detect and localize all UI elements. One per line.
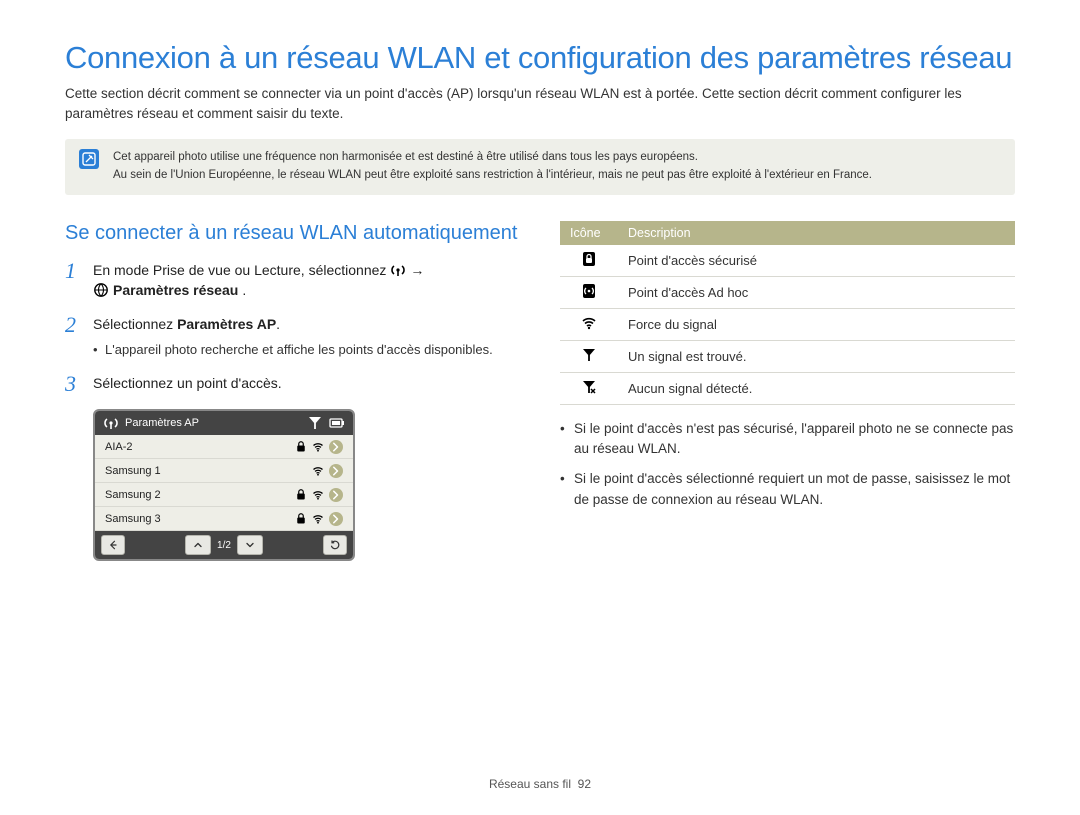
chevron-right-icon[interactable] (329, 440, 343, 454)
wifi-icon (312, 441, 324, 453)
wifi-icon (312, 465, 324, 477)
table-row: Point d'accès Ad hoc (560, 276, 1015, 308)
page-indicator: 1/2 (213, 540, 235, 551)
ap-row[interactable]: AIA-2 (95, 435, 353, 459)
row-desc: Aucun signal détecté. (618, 372, 1015, 404)
step-2-pre: Sélectionnez (93, 316, 177, 332)
note-icon (79, 149, 99, 169)
device-bottombar: 1/2 (95, 531, 353, 559)
ap-list: AIA-2 Samsung 1 (95, 435, 353, 531)
right-bullets: Si le point d'accès n'est pas sécurisé, … (560, 419, 1015, 510)
chevron-right-icon[interactable] (329, 512, 343, 526)
row-desc: Point d'accès sécurisé (618, 245, 1015, 277)
bullet-item: Si le point d'accès sélectionné requiert… (560, 469, 1015, 510)
th-icon: Icône (560, 221, 618, 245)
battery-icon (329, 415, 345, 431)
page-footer: Réseau sans fil 92 (0, 777, 1080, 791)
step-2-sub: L'appareil photo recherche et affiche le… (93, 341, 520, 360)
globe-icon (93, 282, 109, 298)
chevron-right-icon[interactable] (329, 464, 343, 478)
step-1-pre: En mode Prise de vue ou Lecture, sélecti… (93, 260, 386, 280)
device-topbar: Paramètres AP (95, 411, 353, 435)
step-1: 1 En mode Prise de vue ou Lecture, sélec… (65, 260, 520, 301)
subheading: Se connecter à un réseau WLAN automatiqu… (65, 221, 520, 246)
device-mock: Paramètres AP AIA-2 (93, 409, 355, 561)
table-row: Aucun signal détecté. (560, 372, 1015, 404)
lock-icon (295, 441, 307, 453)
antenna-on-icon (581, 347, 597, 363)
antenna-on-icon (307, 415, 323, 431)
left-column: Se connecter à un réseau WLAN automatiqu… (65, 221, 520, 562)
footer-page: 92 (578, 777, 591, 791)
lock-icon (295, 489, 307, 501)
note-text: Cet appareil photo utilise une fréquence… (113, 149, 872, 185)
table-row: Force du signal (560, 308, 1015, 340)
refresh-button[interactable] (323, 535, 347, 555)
step-3: 3 Sélectionnez un point d'accès. (65, 373, 520, 395)
note-line-2: Au sein de l'Union Européenne, le réseau… (113, 167, 872, 185)
wifi-icon (312, 489, 324, 501)
broadcast-icon (103, 415, 119, 431)
step-2-post: . (276, 316, 280, 332)
icon-table: Icône Description Point d'accès sécurisé… (560, 221, 1015, 405)
note-box: Cet appareil photo utilise une fréquence… (65, 139, 1015, 195)
ap-name: Samsung 2 (105, 489, 161, 501)
step-number: 1 (65, 260, 83, 301)
arrow: → (410, 260, 424, 280)
ap-name: AIA-2 (105, 441, 133, 453)
right-column: Icône Description Point d'accès sécurisé… (560, 221, 1015, 562)
back-button[interactable] (101, 535, 125, 555)
bullet-item: Si le point d'accès n'est pas sécurisé, … (560, 419, 1015, 460)
step-3-text: Sélectionnez un point d'accès. (93, 373, 520, 395)
ap-row[interactable]: Samsung 3 (95, 507, 353, 531)
ap-row[interactable]: Samsung 2 (95, 483, 353, 507)
ap-name: Samsung 1 (105, 465, 161, 477)
step-1-bold: Paramètres réseau (113, 280, 238, 300)
broadcast-icon (390, 262, 406, 278)
page-up-button[interactable] (185, 535, 211, 555)
table-row: Un signal est trouvé. (560, 340, 1015, 372)
adhoc-icon (581, 283, 597, 299)
table-row: Point d'accès sécurisé (560, 245, 1015, 277)
page-down-button[interactable] (237, 535, 263, 555)
step-2-bold: Paramètres AP (177, 316, 276, 332)
intro-text: Cette section décrit comment se connecte… (65, 84, 1015, 123)
step-2: 2 Sélectionnez Paramètres AP. L'appareil… (65, 314, 520, 359)
step-number: 2 (65, 314, 83, 359)
lock-icon (581, 251, 597, 267)
lock-icon (295, 513, 307, 525)
wifi-icon (581, 315, 597, 331)
step-number: 3 (65, 373, 83, 395)
ap-row[interactable]: Samsung 1 (95, 459, 353, 483)
th-desc: Description (618, 221, 1015, 245)
footer-section: Réseau sans fil (489, 777, 571, 791)
antenna-off-icon (581, 379, 597, 395)
row-desc: Un signal est trouvé. (618, 340, 1015, 372)
row-desc: Point d'accès Ad hoc (618, 276, 1015, 308)
chevron-right-icon[interactable] (329, 488, 343, 502)
row-desc: Force du signal (618, 308, 1015, 340)
ap-name: Samsung 3 (105, 513, 161, 525)
page-title: Connexion à un réseau WLAN et configurat… (65, 40, 1015, 76)
device-title: Paramètres AP (125, 417, 199, 429)
note-line-1: Cet appareil photo utilise une fréquence… (113, 149, 872, 167)
wifi-icon (312, 513, 324, 525)
step-1-dot: . (242, 280, 246, 300)
